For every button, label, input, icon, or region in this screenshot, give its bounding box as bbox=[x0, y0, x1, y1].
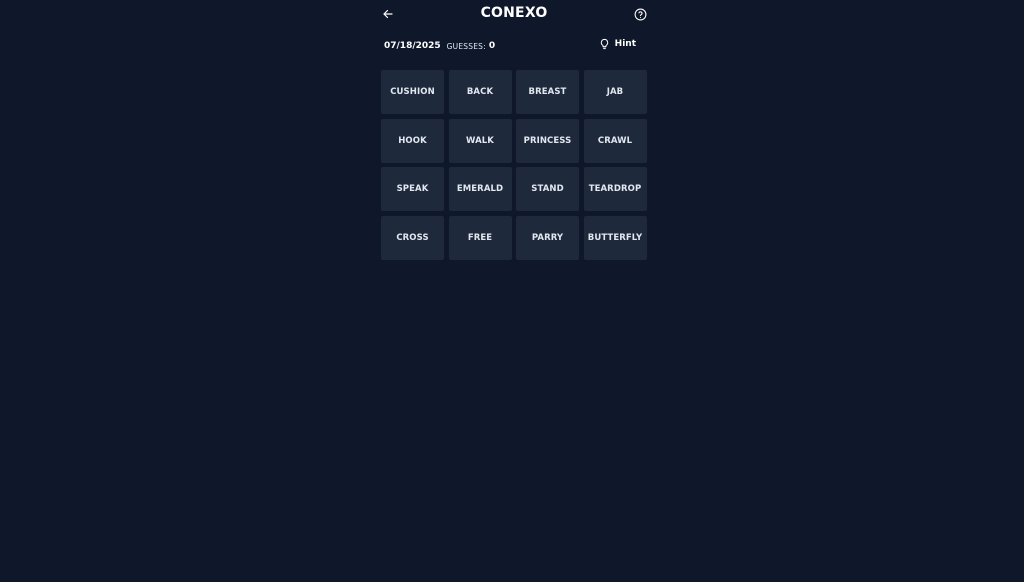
word-tile[interactable]: HOOK bbox=[381, 118, 444, 163]
word-tile[interactable]: PRINCESS bbox=[516, 118, 579, 163]
word-tile[interactable]: CROSS bbox=[381, 215, 444, 260]
lightbulb-icon bbox=[600, 38, 608, 50]
word-grid: CUSHION BACK BREAST JAB HOOK WALK PRINCE… bbox=[381, 70, 648, 260]
word-tile[interactable]: JAB bbox=[583, 70, 647, 114]
word-tile[interactable]: BREAST bbox=[516, 70, 579, 114]
word-tile[interactable]: PARRY bbox=[516, 215, 579, 260]
word-tile[interactable]: EMERALD bbox=[448, 167, 512, 211]
game-meta: 07/18/2025 GUESSES: 0 Hint bbox=[380, 36, 648, 56]
word-tile[interactable]: CUSHION bbox=[381, 70, 444, 114]
game-column: CONEXO 07/18/2025 GUESSES: 0 Hint CUSHIO… bbox=[380, 0, 648, 260]
word-tile[interactable]: FREE bbox=[448, 215, 512, 260]
puzzle-date: 07/18/2025 bbox=[384, 41, 441, 51]
word-tile[interactable]: BUTTERFLY bbox=[583, 215, 647, 260]
guesses-label: GUESSES: bbox=[446, 41, 486, 51]
word-tile[interactable]: SPEAK bbox=[381, 167, 444, 211]
word-tile[interactable]: CRAWL bbox=[583, 118, 647, 163]
hint-label: Hint bbox=[614, 39, 636, 49]
header: CONEXO bbox=[380, 0, 648, 28]
question-circle-icon bbox=[634, 8, 646, 20]
guesses-count: 0 bbox=[488, 41, 496, 51]
word-tile[interactable]: WALK bbox=[448, 118, 512, 163]
hint-button[interactable]: Hint bbox=[599, 38, 636, 50]
app-root: CONEXO 07/18/2025 GUESSES: 0 Hint CUSHIO… bbox=[0, 0, 1024, 582]
word-tile[interactable]: BACK bbox=[448, 70, 512, 114]
help-button[interactable] bbox=[632, 6, 648, 22]
word-tile[interactable]: TEARDROP bbox=[583, 167, 647, 211]
word-tile[interactable]: STAND bbox=[516, 167, 579, 211]
page-title: CONEXO bbox=[480, 5, 548, 21]
